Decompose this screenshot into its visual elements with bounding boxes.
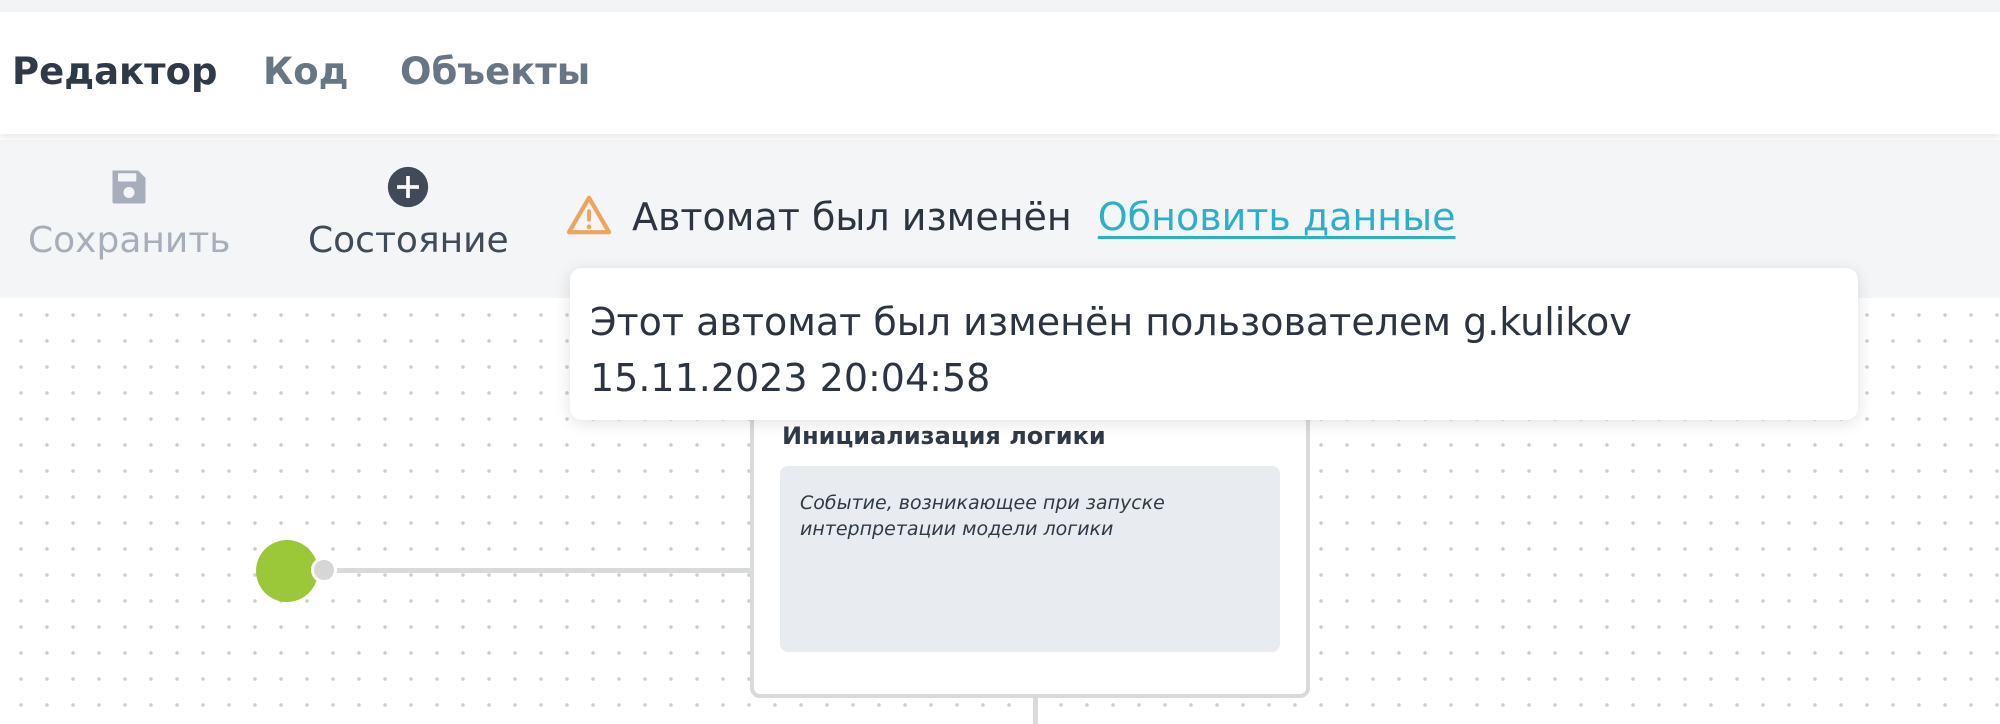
tab-editor[interactable]: Редактор bbox=[12, 50, 218, 93]
initial-state-node[interactable] bbox=[256, 540, 318, 602]
connection-handle[interactable] bbox=[311, 557, 337, 583]
tab-code[interactable]: Код bbox=[263, 50, 349, 93]
modified-notice-text: Автомат был изменён bbox=[632, 195, 1072, 239]
save-label: Сохранить bbox=[28, 220, 231, 261]
refresh-data-link[interactable]: Обновить данные bbox=[1098, 195, 1456, 239]
state-title: Инициализация логики bbox=[782, 422, 1106, 450]
tab-objects[interactable]: Объекты bbox=[400, 50, 590, 93]
state-node[interactable]: Инициализация логики Событие, возникающе… bbox=[750, 400, 1310, 698]
top-strip bbox=[0, 0, 2000, 12]
save-button[interactable]: Сохранить bbox=[28, 164, 231, 261]
plus-circle-icon bbox=[386, 164, 430, 210]
warning-triangle-icon bbox=[566, 194, 612, 240]
state-event-description[interactable]: Событие, возникающее при запуске интерпр… bbox=[780, 466, 1280, 652]
state-label: Состояние bbox=[308, 220, 509, 261]
transition-line[interactable] bbox=[326, 568, 752, 573]
tab-bar: Редактор Код Объекты bbox=[0, 12, 2000, 134]
transition-line-down[interactable] bbox=[1033, 698, 1038, 724]
add-state-button[interactable]: Состояние bbox=[308, 164, 509, 261]
modified-tooltip: Этот автомат был изменён пользователем g… bbox=[570, 268, 1858, 420]
floppy-disk-icon bbox=[107, 164, 151, 210]
modified-notice: Автомат был изменён Обновить данные bbox=[566, 194, 1456, 240]
